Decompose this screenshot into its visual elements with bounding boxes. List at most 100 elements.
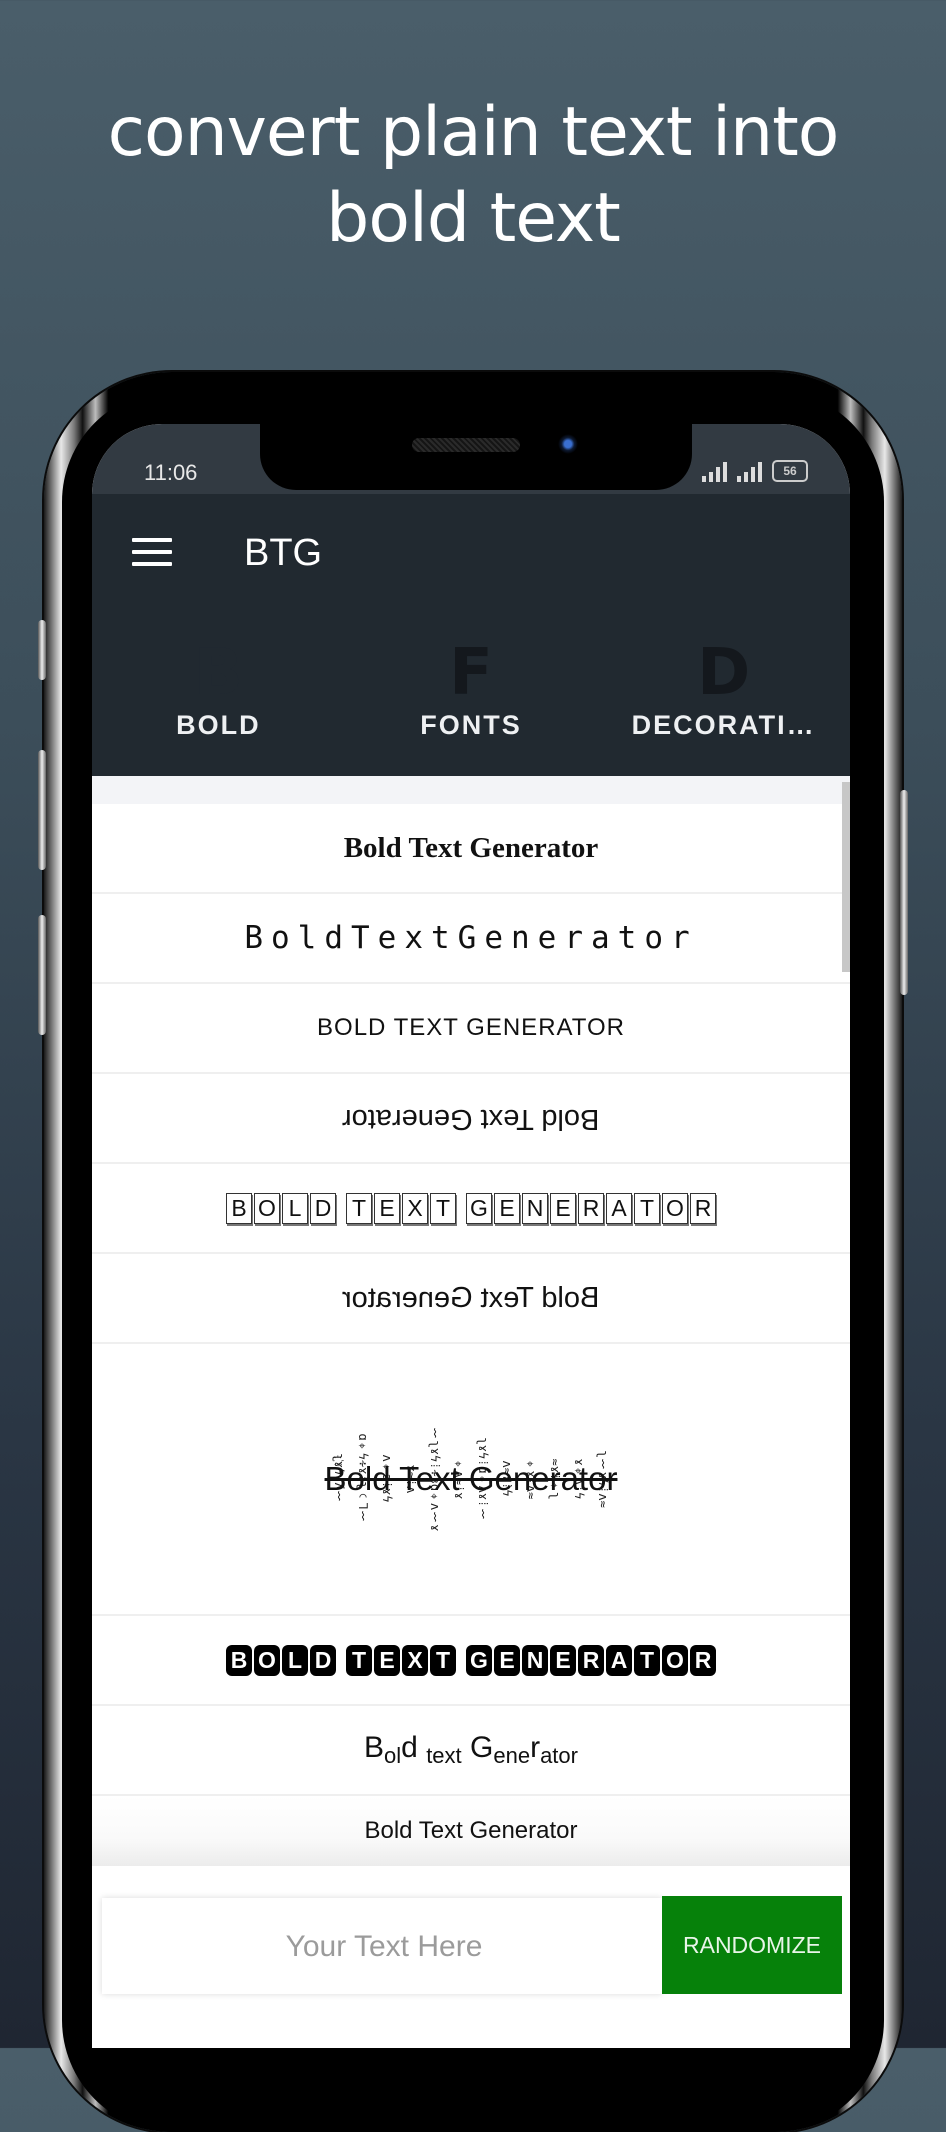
letter-box: B [226, 1192, 252, 1224]
letter-box: T [430, 1644, 456, 1676]
app-title: BTG [244, 532, 323, 574]
tab-label: FONTS [420, 710, 522, 740]
list-item[interactable]: BoldTextGenerator [92, 894, 850, 984]
status-time: 11:06 [144, 460, 198, 485]
letter-box: T [634, 1192, 660, 1224]
app-bar: BTG [92, 494, 850, 616]
tab-decorations[interactable]: D DECORATI… [597, 616, 850, 776]
list-item[interactable]: BOLDTEXTGENERATOR [92, 1616, 850, 1706]
hamburger-menu-icon[interactable] [132, 538, 172, 570]
letter-box: R [578, 1644, 604, 1676]
letter-box: R [690, 1644, 716, 1676]
style-boxed: BOLDTEXTGENERATOR [225, 1192, 717, 1224]
letter-box: A [606, 1644, 632, 1676]
letter-box: O [254, 1192, 280, 1224]
promo-headline: convert plain text into bold text [0, 90, 946, 262]
input-area: RANDOMIZE [92, 1872, 850, 2048]
letter-box: R [578, 1192, 604, 1224]
style-caps: BOLD TEXT GENERATOR [317, 1014, 625, 1041]
letter-box: X [402, 1644, 428, 1676]
letter-box: O [254, 1644, 280, 1676]
status-bar: 11:06 56 [92, 424, 850, 494]
letter-box: G [466, 1644, 492, 1676]
wavy-segment: ene [493, 1743, 531, 1768]
style-wavy: Bold text Generator [364, 1731, 578, 1769]
tab-bar: B BOLD F FONTS D DECORATI… [92, 616, 850, 776]
letter-box: T [346, 1644, 372, 1676]
wavy-segment: ator [540, 1743, 578, 1768]
phone-side-button [38, 620, 46, 680]
signal-icon-2 [737, 462, 762, 482]
letter-box: E [494, 1192, 520, 1224]
wavy-segment: G [470, 1731, 494, 1764]
letter-box: T [634, 1644, 660, 1676]
style-mirrored: Bold Text Generator [342, 1281, 600, 1314]
earpiece-speaker [412, 438, 520, 452]
letter-box: E [374, 1644, 400, 1676]
letter-box: D [310, 1644, 336, 1676]
phone-power-button [900, 790, 908, 995]
wavy-segment [418, 1731, 426, 1764]
tab-fonts[interactable]: F FONTS [345, 616, 598, 776]
list-item[interactable]: Bold Text Generator [92, 1796, 850, 1866]
list-top-spacer [92, 776, 850, 804]
letter-box: E [550, 1192, 576, 1224]
letter-box: X [402, 1192, 428, 1224]
text-input[interactable] [102, 1898, 666, 1996]
phone-volume-down-button [38, 915, 46, 1035]
letter-box: E [550, 1644, 576, 1676]
letter-box: A [606, 1192, 632, 1224]
style-zalgo: Bold Text Generator [324, 1460, 618, 1497]
tab-bold[interactable]: B BOLD [92, 616, 345, 776]
phone-volume-up-button [38, 750, 46, 870]
wavy-segment: text [426, 1743, 462, 1768]
list-item[interactable]: ʅ҉ɤϟ⁞ʎ⌇ ɑ⌖ϟ∻ɤ⁞ʅ⌒Ꞁ⌇ ʌ⌖ɔ⁞ɤϟ ɤ≈⁞ʌ ⌇ʅɤϟ⁞∻ɜɑ⌖ʌ⌇ɤ ⌖… [92, 1344, 850, 1616]
battery-icon: 56 [772, 460, 808, 482]
headline-line-1: convert plain text into [107, 93, 840, 172]
bold-letter-icon: B [193, 636, 243, 710]
decorations-letter-icon: D [697, 636, 751, 710]
letter-box: E [374, 1192, 400, 1224]
wavy-segment: ol [384, 1743, 402, 1768]
list-item[interactable]: BOLDTEXTGENERATOR [92, 1164, 850, 1254]
randomize-button[interactable]: RANDOMIZE [662, 1896, 842, 1994]
letter-box: L [282, 1192, 308, 1224]
wavy-segment [462, 1731, 470, 1764]
list-item[interactable]: Bold Text Generator [92, 1254, 850, 1344]
text-input-container [102, 1898, 666, 1996]
wavy-segment: B [364, 1731, 385, 1764]
phone-screen: 11:06 56 BTG B BOLD F FONTS D DECORATI… [92, 424, 850, 2048]
style-spaced-mono: BoldTextGenerator [244, 920, 698, 956]
letter-box: R [690, 1192, 716, 1224]
style-plain-bold: Bold Text Generator [364, 1817, 578, 1844]
status-icons: 56 [702, 460, 808, 482]
style-squared: BOLDTEXTGENERATOR [225, 1644, 717, 1676]
list-item[interactable]: BOLD TEXT GENERATOR [92, 984, 850, 1074]
notch [260, 424, 692, 490]
list-item[interactable]: Bold text Generator [92, 1706, 850, 1796]
letter-box: N [522, 1192, 548, 1224]
letter-box: D [310, 1192, 336, 1224]
letter-box: E [494, 1644, 520, 1676]
letter-box: L [282, 1644, 308, 1676]
letter-box: O [662, 1192, 688, 1224]
style-list: Bold Text Generator BoldTextGenerator BO… [92, 776, 850, 1872]
signal-icon [702, 462, 727, 482]
list-item[interactable]: Bold Text Generator [92, 1074, 850, 1164]
letter-box: T [346, 1192, 372, 1224]
wavy-segment: r [530, 1731, 541, 1764]
fonts-letter-icon: F [449, 636, 493, 710]
letter-box: O [662, 1644, 688, 1676]
letter-box: N [522, 1644, 548, 1676]
letter-box: B [226, 1644, 252, 1676]
letter-box: T [430, 1192, 456, 1224]
headline-line-2: bold text [326, 179, 621, 258]
scrollbar[interactable] [842, 782, 850, 972]
style-serif-bold: Bold Text Generator [343, 831, 599, 864]
wavy-segment: d [401, 1731, 418, 1764]
list-item[interactable]: Bold Text Generator [92, 804, 850, 894]
tab-label: BOLD [176, 710, 261, 740]
tab-label: DECORATI… [631, 710, 816, 740]
front-camera [558, 434, 578, 454]
letter-box: G [466, 1192, 492, 1224]
